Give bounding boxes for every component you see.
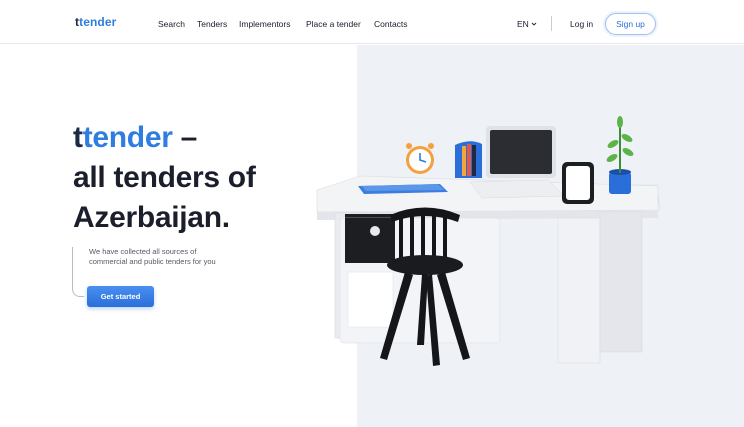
- hero-title-line1: ttender –: [73, 118, 256, 158]
- top-navigation-bar: ttender Search Tenders Implementors Plac…: [0, 0, 744, 44]
- hero-title-line3: Azerbaijan.: [73, 201, 230, 234]
- nav-search[interactable]: Search: [158, 19, 185, 29]
- nav-contacts[interactable]: Contacts: [374, 19, 408, 29]
- desk-scene: [316, 116, 659, 366]
- alarm-clock: [406, 143, 434, 174]
- logo[interactable]: ttender: [75, 15, 116, 29]
- login-link[interactable]: Log in: [570, 19, 593, 29]
- drawer-black: [345, 218, 395, 263]
- hero-description: We have collected all sources of commerc…: [89, 247, 216, 266]
- language-selector[interactable]: EN: [517, 19, 537, 29]
- drawer-handle: [370, 226, 380, 236]
- hero-brand-part2: tender: [82, 121, 173, 154]
- hero-brand-part1: t: [73, 121, 83, 154]
- hero-title-line2: all tenders of: [73, 161, 256, 194]
- nav-tenders[interactable]: Tenders: [197, 19, 227, 29]
- chevron-down-icon: [531, 22, 537, 26]
- books: [455, 141, 482, 178]
- plant: [606, 116, 634, 194]
- description-bracket: [72, 247, 84, 297]
- signup-button[interactable]: Sign up: [605, 13, 656, 35]
- desk-leg-right: [557, 217, 601, 364]
- phone: [562, 162, 594, 204]
- nav-place-a-tender[interactable]: Place a tender: [306, 19, 361, 29]
- desk-leg-back: [599, 211, 643, 353]
- get-started-button[interactable]: Get started: [87, 286, 154, 307]
- hero-title-dash: –: [172, 121, 198, 154]
- nav-implementors[interactable]: Implementors: [239, 19, 291, 29]
- language-label: EN: [517, 19, 529, 29]
- hero-title: ttender – all tenders of Azerbaijan.: [73, 118, 256, 238]
- open-shelf: [347, 271, 394, 328]
- laptop: [469, 126, 566, 199]
- header-divider: [551, 16, 552, 31]
- logo-text-part2: tender: [79, 15, 117, 29]
